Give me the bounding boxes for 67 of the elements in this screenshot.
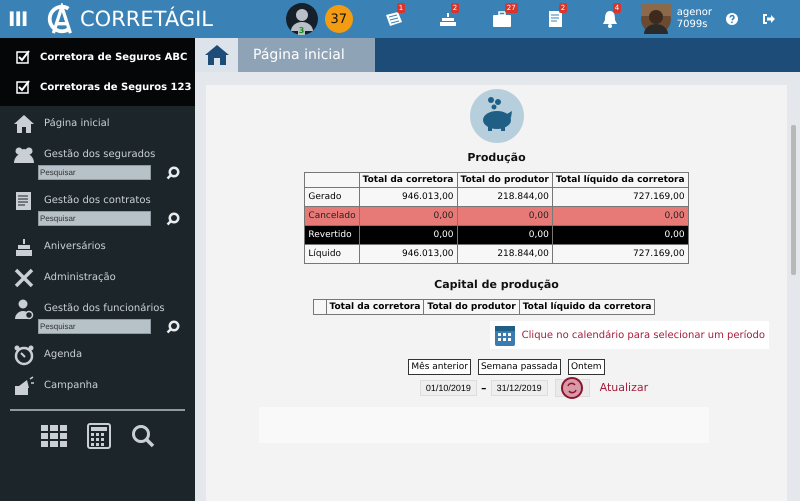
- table-cell: 0,00: [457, 206, 552, 226]
- briefcase-icon[interactable]: [492, 9, 512, 29]
- calendar-icon[interactable]: [494, 323, 516, 347]
- period-button[interactable]: Ontem: [568, 359, 605, 375]
- menu-button[interactable]: III: [8, 7, 38, 31]
- table-cell: 0,00: [457, 226, 552, 244]
- table-cell: 0,00: [552, 226, 688, 244]
- table-cell: 946.013,00: [359, 244, 458, 264]
- start-date-field[interactable]: 01/10/2019: [420, 380, 477, 396]
- sidebar-item[interactable]: Agenda: [44, 349, 82, 360]
- brand-name: CORRETÁGIL: [80, 7, 214, 31]
- row-label: Cancelado: [304, 206, 360, 226]
- sidebar-item[interactable]: Gestão dos segurados: [44, 149, 156, 160]
- sidebar-item[interactable]: Gestão dos contratos: [44, 195, 151, 206]
- date-separator: -: [480, 378, 487, 397]
- home-button[interactable]: [195, 38, 238, 72]
- help-icon[interactable]: [726, 13, 738, 25]
- section-title: Produção: [467, 151, 526, 164]
- company-name[interactable]: Corretoras de Seguros 123: [40, 82, 192, 92]
- sidebar-item[interactable]: Página inicial: [44, 118, 110, 129]
- alarm-clock-icon[interactable]: [13, 344, 35, 366]
- calendar-hint: Clique no calendário para selecionar um período: [522, 330, 765, 340]
- home-icon: [204, 44, 230, 66]
- row-label: Líquido: [304, 244, 360, 264]
- user-name: agenor: [676, 7, 712, 19]
- home-icon[interactable]: [13, 112, 35, 134]
- column-header: Total do produtor: [457, 172, 552, 188]
- company-name[interactable]: Corretora de Seguros ABC: [40, 52, 188, 62]
- refresh-link[interactable]: Atualizar: [600, 381, 648, 394]
- sidebar-item[interactable]: Gestão dos funcionários: [44, 303, 165, 314]
- tools-icon[interactable]: [13, 266, 35, 288]
- search-field[interactable]: Pesquisar: [38, 319, 151, 334]
- megaphone-icon[interactable]: [13, 374, 35, 396]
- calculator-icon[interactable]: [86, 423, 110, 449]
- sidebar-item[interactable]: Administração: [44, 272, 116, 283]
- checkbox[interactable]: [16, 80, 30, 94]
- checkbox[interactable]: [16, 50, 30, 64]
- search-icon[interactable]: [166, 166, 180, 180]
- table-cell: 727.169,00: [552, 244, 688, 264]
- sidebar-item[interactable]: Aniversários: [44, 241, 106, 252]
- section-title: Capital de produção: [434, 278, 559, 291]
- score-badge: 37: [324, 5, 353, 33]
- column-header: Total líquido da corretora: [519, 300, 655, 314]
- column-header: Total do produtor: [424, 300, 520, 314]
- search-icon[interactable]: [166, 212, 180, 226]
- grid-icon[interactable]: [40, 425, 66, 447]
- search-icon[interactable]: [166, 320, 180, 334]
- column-header: Total da corretora: [359, 172, 458, 188]
- period-button[interactable]: Semana passada: [478, 359, 561, 375]
- refresh-button[interactable]: [554, 378, 590, 396]
- column-header: Total líquido da corretora: [552, 172, 688, 188]
- period-button[interactable]: Mês anterior: [408, 359, 471, 375]
- person-icon[interactable]: [13, 298, 35, 320]
- search-icon[interactable]: [130, 424, 154, 448]
- user-id: 7099s: [676, 19, 708, 31]
- end-date-field[interactable]: 31/12/2019: [490, 380, 548, 396]
- piggy-bank-icon: [470, 89, 524, 143]
- sidebar-item[interactable]: Campanha: [44, 380, 98, 391]
- row-label: Revertido: [304, 226, 360, 244]
- logout-icon[interactable]: [762, 13, 776, 25]
- search-field[interactable]: Pesquisar: [38, 165, 151, 180]
- column-header: Total da corretora: [326, 300, 424, 314]
- search-field[interactable]: Pesquisar: [38, 211, 151, 226]
- table-cell: 0,00: [359, 206, 458, 226]
- table-cell: 0,00: [552, 206, 688, 226]
- table-cell: 218.844,00: [457, 244, 552, 264]
- table-cell: 0,00: [359, 226, 458, 244]
